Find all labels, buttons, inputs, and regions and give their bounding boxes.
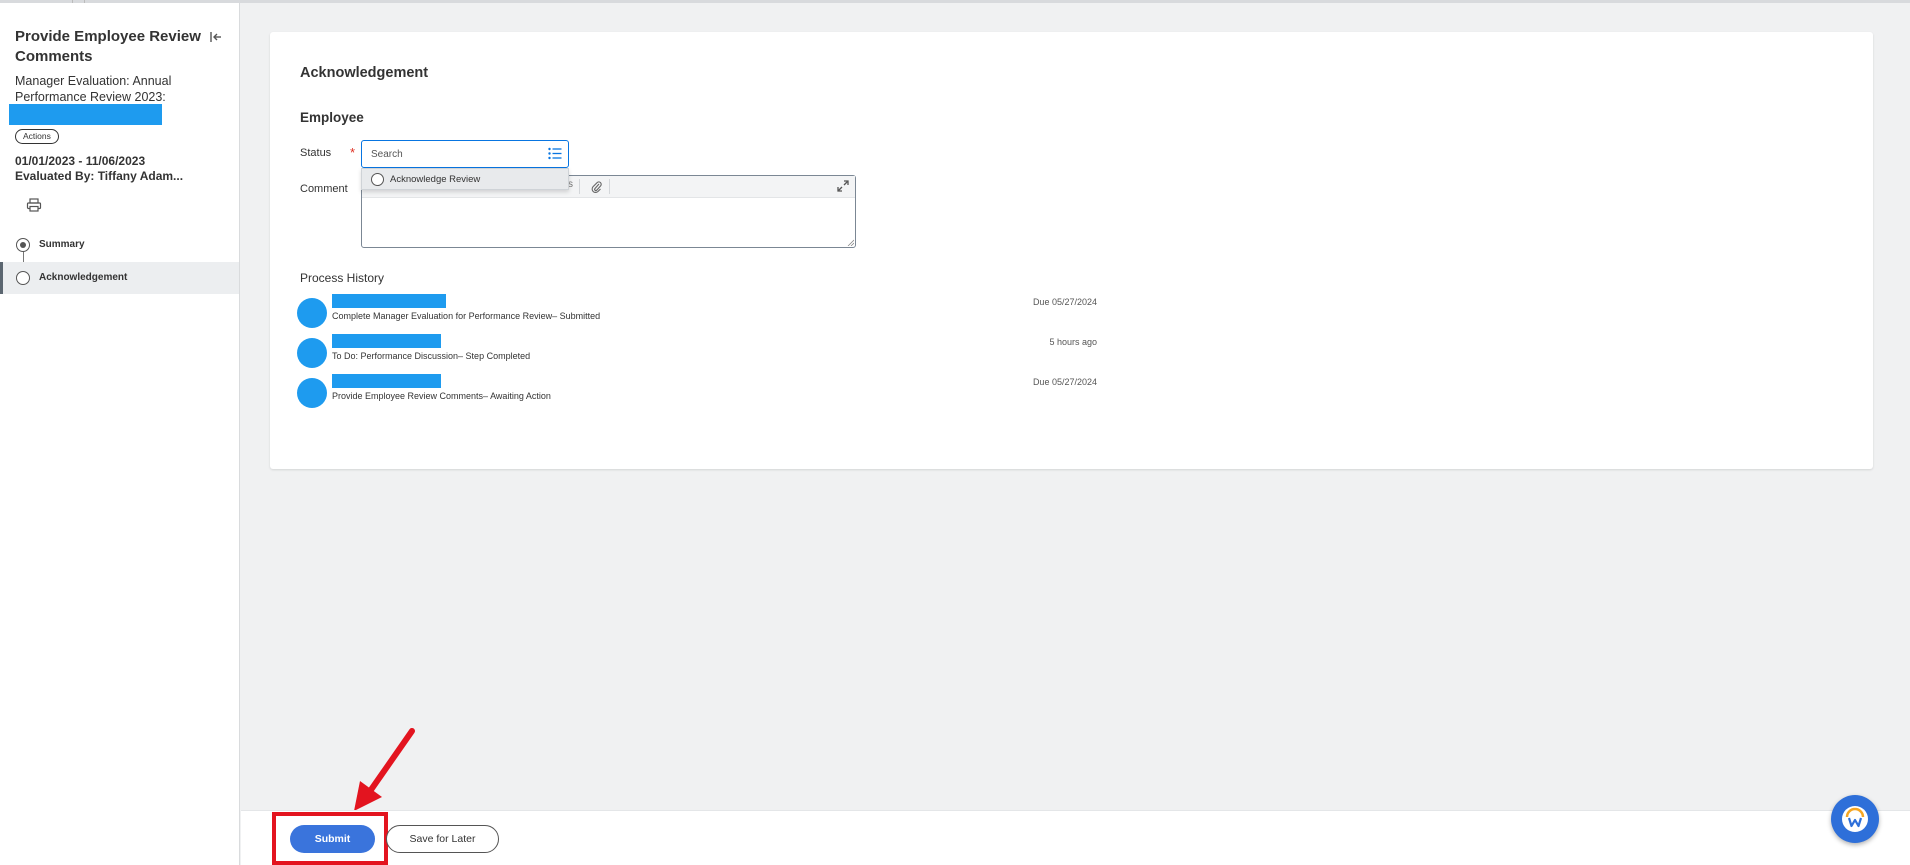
step-label: Acknowledgement xyxy=(39,272,128,283)
workday-assistant-button[interactable] xyxy=(1831,795,1879,843)
comment-textarea[interactable] xyxy=(362,198,855,247)
top-border xyxy=(0,0,1910,3)
sidebar: Provide Employee Review Comments Manager… xyxy=(0,3,240,865)
resize-grip-icon[interactable] xyxy=(847,239,854,246)
status-label: Status xyxy=(300,147,332,159)
evaluated-by: Evaluated By: Tiffany Adam... xyxy=(15,169,184,183)
action-bar: Submit Save for Later xyxy=(241,810,1910,865)
history-timestamp: Due 05/27/2024 xyxy=(1032,377,1097,387)
workday-assistant-icon xyxy=(1842,806,1868,832)
print-icon[interactable] xyxy=(26,198,42,212)
step-summary[interactable]: Summary xyxy=(0,229,239,261)
history-description: To Do: Performance Discussion– Step Comp… xyxy=(332,351,531,361)
toolbar-divider xyxy=(609,179,610,194)
actions-button[interactable]: Actions xyxy=(15,129,59,144)
step-complete-icon xyxy=(16,238,30,252)
task-title: Provide Employee Review Comments xyxy=(15,28,201,65)
comment-label: Comment xyxy=(300,183,348,195)
acknowledgement-card: Acknowledgement Employee Status * Commen… xyxy=(270,32,1873,469)
redacted-name xyxy=(332,334,441,348)
step-label: Summary xyxy=(39,239,85,250)
card-title: Acknowledgement xyxy=(300,65,429,81)
history-timestamp: 5 hours ago xyxy=(1049,337,1097,347)
toolbar-divider xyxy=(579,179,580,194)
avatar xyxy=(297,378,327,408)
status-search-field[interactable] xyxy=(361,140,569,168)
option-label: Acknowledge Review xyxy=(390,174,481,185)
redacted-name xyxy=(332,374,441,388)
history-timestamp: Due 05/27/2024 xyxy=(1032,297,1097,307)
review-subtitle: Manager Evaluation: Annual Performance R… xyxy=(15,74,172,104)
redacted-name xyxy=(332,294,446,308)
history-item: To Do: Performance Discussion– Step Comp… xyxy=(297,334,1097,372)
section-title: Employee xyxy=(300,110,364,125)
paperclip-icon[interactable] xyxy=(590,180,603,194)
avatar xyxy=(297,298,327,328)
submit-button[interactable]: Submit xyxy=(290,825,375,853)
required-indicator: * xyxy=(350,145,356,160)
save-for-later-button[interactable]: Save for Later xyxy=(386,825,499,853)
process-history-title: Process History xyxy=(300,271,385,285)
status-dropdown: Acknowledge Review xyxy=(361,168,569,190)
radio-icon[interactable] xyxy=(371,173,384,186)
history-item: Complete Manager Evaluation for Performa… xyxy=(297,294,1097,332)
avatar xyxy=(297,338,327,368)
redacted-employee-name xyxy=(9,104,162,125)
step-acknowledgement[interactable]: Acknowledgement xyxy=(0,262,239,294)
history-description: Provide Employee Review Comments– Awaiti… xyxy=(332,391,551,401)
review-period: 01/01/2023 - 11/06/2023 xyxy=(15,154,146,168)
annotation-arrow-icon xyxy=(354,728,415,811)
option-acknowledge-review[interactable]: Acknowledge Review xyxy=(362,169,568,189)
expand-icon[interactable] xyxy=(837,180,849,192)
status-search-input[interactable] xyxy=(371,146,536,162)
history-item: Provide Employee Review Comments– Awaiti… xyxy=(297,374,1097,412)
collapse-left-icon[interactable] xyxy=(208,29,224,45)
list-icon[interactable] xyxy=(548,147,562,160)
history-description: Complete Manager Evaluation for Performa… xyxy=(332,311,601,321)
step-current-icon xyxy=(16,271,30,285)
